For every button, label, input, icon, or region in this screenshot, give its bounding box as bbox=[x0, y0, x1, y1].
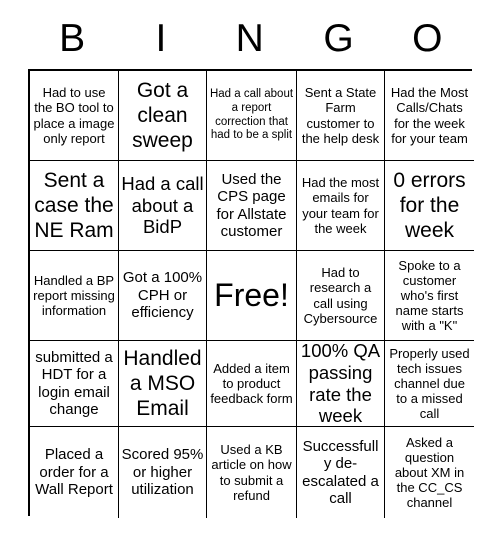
bingo-cell-label: Sent a State Farm customer to the help d… bbox=[301, 85, 380, 146]
bingo-cell-label: Had the Most Calls/Chats for the week fo… bbox=[390, 85, 469, 146]
bingo-cell[interactable]: 0 errors for the week bbox=[385, 161, 474, 251]
bingo-cell-label: Free! bbox=[214, 276, 289, 313]
bingo-free-space[interactable]: Free! bbox=[207, 251, 297, 341]
bingo-cell[interactable]: Sent a State Farm customer to the help d… bbox=[297, 71, 385, 161]
bingo-cell-label: submitted a HDT for a login email change bbox=[35, 348, 113, 418]
bingo-cell-label: Got a 100% CPH or efficiency bbox=[122, 269, 203, 322]
bingo-cell[interactable]: Had a call about a BidP bbox=[119, 161, 207, 251]
bingo-cell[interactable]: Placed a order for a Wall Report bbox=[30, 427, 119, 518]
bingo-cell[interactable]: Spoke to a customer who's first name sta… bbox=[385, 251, 474, 341]
bingo-cell-label: Added a item to product feedback form bbox=[210, 360, 293, 407]
bingo-cell[interactable]: Handled a MSO Email bbox=[119, 341, 207, 427]
bingo-cell[interactable]: 100% QA passing rate the week bbox=[297, 341, 385, 427]
bingo-cell-label: Sent a case the NE Ram bbox=[34, 168, 114, 243]
bingo-header-letter-g: G bbox=[323, 17, 355, 60]
bingo-cell[interactable]: Used a KB article on how to submit a ref… bbox=[207, 427, 297, 518]
bingo-cell-label: 0 errors for the week bbox=[393, 168, 466, 243]
bingo-cell[interactable]: Had the most emails for your team for th… bbox=[297, 161, 385, 251]
bingo-cell[interactable]: Had to use the BO tool to place a image … bbox=[30, 71, 119, 161]
bingo-cell[interactable]: Handled a BP report missing information bbox=[30, 251, 119, 341]
bingo-cell[interactable]: Asked a question about XM in the CC_CS c… bbox=[385, 427, 474, 518]
bingo-cell[interactable]: submitted a HDT for a login email change bbox=[30, 341, 119, 427]
bingo-cell[interactable]: Successfully de-escalated a call bbox=[297, 427, 385, 518]
bingo-cell[interactable]: Used the CPS page for Allstate customer bbox=[207, 161, 297, 251]
bingo-grid: Had to use the BO tool to place a image … bbox=[28, 69, 474, 518]
bingo-cell-label: Scored 95% or higher utilization bbox=[121, 446, 204, 499]
bingo-cell-label: 100% QA passing rate the week bbox=[300, 341, 381, 427]
bingo-cell-label: Had to use the BO tool to place a image … bbox=[33, 85, 115, 146]
bingo-header-letter-i: I bbox=[155, 17, 167, 60]
bingo-cell[interactable]: Sent a case the NE Ram bbox=[30, 161, 119, 251]
bingo-cell-label: Asked a question about XM in the CC_CS c… bbox=[394, 434, 465, 511]
bingo-header-letter-o: O bbox=[412, 17, 443, 60]
bingo-cell[interactable]: Had a call about a report correction tha… bbox=[207, 71, 297, 161]
bingo-cell-label: Successfully de-escalated a call bbox=[302, 437, 379, 507]
bingo-cell[interactable]: Got a clean sweep bbox=[119, 71, 207, 161]
bingo-cell[interactable]: Added a item to product feedback form bbox=[207, 341, 297, 427]
bingo-cell[interactable]: Had to research a call using Cybersource bbox=[297, 251, 385, 341]
bingo-header: B I N G O bbox=[28, 14, 472, 64]
bingo-cell-label: Had a call about a BidP bbox=[121, 172, 204, 238]
bingo-cell-label: Had the most emails for your team for th… bbox=[301, 175, 380, 236]
bingo-header-letter-n: N bbox=[235, 17, 265, 60]
bingo-cell[interactable]: Got a 100% CPH or efficiency bbox=[119, 251, 207, 341]
bingo-cell-label: Handled a MSO Email bbox=[123, 346, 202, 421]
bingo-cell-label: Got a clean sweep bbox=[132, 78, 193, 153]
bingo-cell-label: Had to research a call using Cybersource bbox=[303, 265, 378, 326]
bingo-cell-label: Spoke to a customer who's first name sta… bbox=[395, 257, 464, 334]
bingo-cell[interactable]: Had the Most Calls/Chats for the week fo… bbox=[385, 71, 474, 161]
bingo-cell-label: Used a KB article on how to submit a ref… bbox=[211, 442, 292, 503]
bingo-card: B I N G O Had to use the BO tool to plac… bbox=[0, 0, 500, 544]
bingo-cell-label: Placed a order for a Wall Report bbox=[35, 446, 113, 499]
bingo-cell-label: Handled a BP report missing information bbox=[33, 272, 115, 319]
bingo-header-letter-b: B bbox=[59, 17, 86, 60]
bingo-cell-label: Properly used tech issues channel due to… bbox=[389, 345, 470, 422]
bingo-cell-label: Used the CPS page for Allstate customer bbox=[216, 170, 287, 240]
bingo-cell-label: Had a call about a report correction tha… bbox=[209, 88, 294, 142]
bingo-cell[interactable]: Properly used tech issues channel due to… bbox=[385, 341, 474, 427]
bingo-cell[interactable]: Scored 95% or higher utilization bbox=[119, 427, 207, 518]
